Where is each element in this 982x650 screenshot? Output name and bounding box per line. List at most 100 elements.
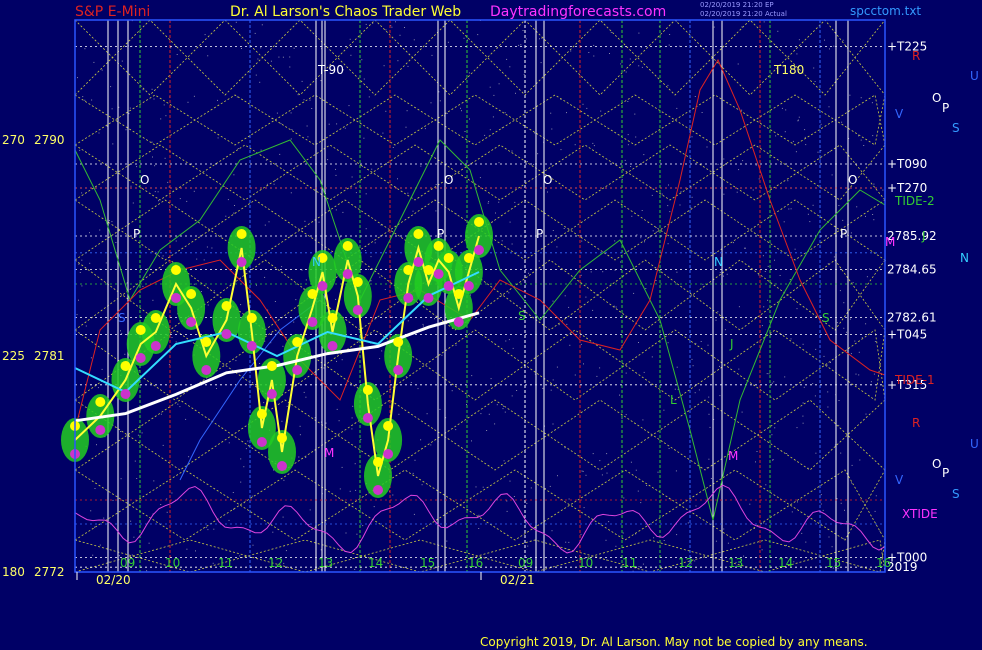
star-dot — [430, 444, 432, 446]
high-dot — [352, 277, 363, 287]
star-dot — [623, 497, 625, 499]
star-dot — [282, 516, 284, 518]
star-dot — [303, 99, 305, 101]
star-dot — [115, 242, 117, 243]
star-dot — [774, 259, 775, 261]
star-dot — [865, 413, 867, 415]
star-dot — [865, 323, 867, 325]
star-dot — [304, 220, 306, 222]
star-dot — [852, 282, 854, 284]
star-dot — [323, 367, 325, 369]
star-dot — [405, 126, 407, 128]
star-dot — [187, 101, 189, 103]
y-angle-label: 225 — [2, 349, 25, 363]
star-dot — [508, 339, 510, 341]
star-dot — [504, 112, 506, 114]
star-dot — [642, 563, 644, 565]
star-dot — [356, 533, 358, 535]
star-dot — [838, 205, 840, 206]
star-dot — [129, 107, 131, 109]
star-dot — [796, 308, 798, 310]
star-dot — [622, 532, 624, 534]
star-dot — [758, 274, 760, 276]
star-dot — [488, 201, 490, 203]
star-dot — [420, 439, 422, 441]
site-title: Dr. Al Larson's Chaos Trader Web — [230, 4, 462, 20]
star-dot — [823, 355, 825, 357]
star-dot — [365, 193, 367, 195]
star-dot — [335, 168, 336, 170]
star-dot — [724, 329, 726, 331]
star-dot — [196, 258, 198, 260]
hour-label: 13 — [318, 556, 333, 570]
star-dot — [309, 509, 311, 511]
star-dot — [165, 115, 167, 117]
star-dot — [283, 562, 285, 564]
star-dot — [85, 325, 87, 327]
star-dot — [805, 144, 807, 146]
star-dot — [435, 210, 437, 212]
star-dot — [503, 460, 505, 462]
star-dot — [766, 373, 768, 375]
star-dot — [213, 528, 215, 530]
star-dot — [305, 457, 307, 458]
star-dot — [854, 340, 856, 342]
star-dot — [590, 271, 592, 273]
star-dot — [831, 546, 833, 548]
low-dot — [327, 341, 338, 351]
low-dot — [236, 257, 247, 267]
hour-label: 11 — [218, 556, 233, 570]
star-dot — [259, 363, 261, 364]
star-dot — [552, 423, 554, 425]
star-dot — [502, 408, 504, 410]
star-dot — [120, 431, 122, 432]
star-dot — [438, 91, 440, 93]
star-dot — [640, 237, 642, 239]
star-dot — [874, 341, 876, 342]
low-dot — [342, 269, 353, 279]
star-dot — [557, 475, 558, 477]
star-dot — [171, 337, 173, 338]
star-dot — [98, 132, 100, 134]
star-dot — [676, 366, 678, 368]
star-dot — [101, 368, 103, 370]
site-url[interactable]: Daytradingforecasts.com — [490, 4, 666, 20]
star-dot — [504, 411, 506, 413]
star-dot — [713, 26, 715, 28]
star-dot — [520, 44, 522, 46]
star-dot — [723, 193, 725, 195]
star-dot — [690, 207, 692, 209]
star-dot — [768, 373, 770, 375]
star-dot — [812, 383, 814, 385]
star-dot — [588, 52, 590, 53]
star-dot — [809, 221, 811, 223]
star-dot — [516, 390, 518, 391]
star-dot — [582, 470, 584, 472]
star-dot — [237, 148, 239, 149]
star-dot — [363, 137, 365, 139]
hour-label: 09 — [120, 556, 135, 570]
star-dot — [157, 191, 159, 193]
star-dot — [737, 63, 739, 65]
star-dot — [268, 221, 270, 223]
star-dot — [873, 219, 875, 221]
star-dot — [651, 356, 653, 358]
star-dot — [82, 96, 84, 98]
star-dot — [160, 413, 162, 415]
star-dot — [858, 135, 859, 137]
star-dot — [552, 230, 554, 231]
star-dot — [335, 174, 337, 176]
star-dot — [490, 378, 492, 380]
star-dot — [166, 511, 168, 513]
star-dot — [667, 342, 669, 344]
star-dot — [593, 145, 595, 147]
chart-marker-label: T-90 — [317, 63, 344, 77]
y-price-label: 2772 — [34, 565, 65, 579]
star-dot — [186, 200, 188, 202]
star-dot — [142, 89, 144, 91]
star-dot — [629, 58, 631, 60]
star-dot — [152, 156, 153, 158]
low-dot — [383, 449, 394, 459]
star-dot — [276, 112, 278, 114]
star-dot — [846, 331, 847, 333]
